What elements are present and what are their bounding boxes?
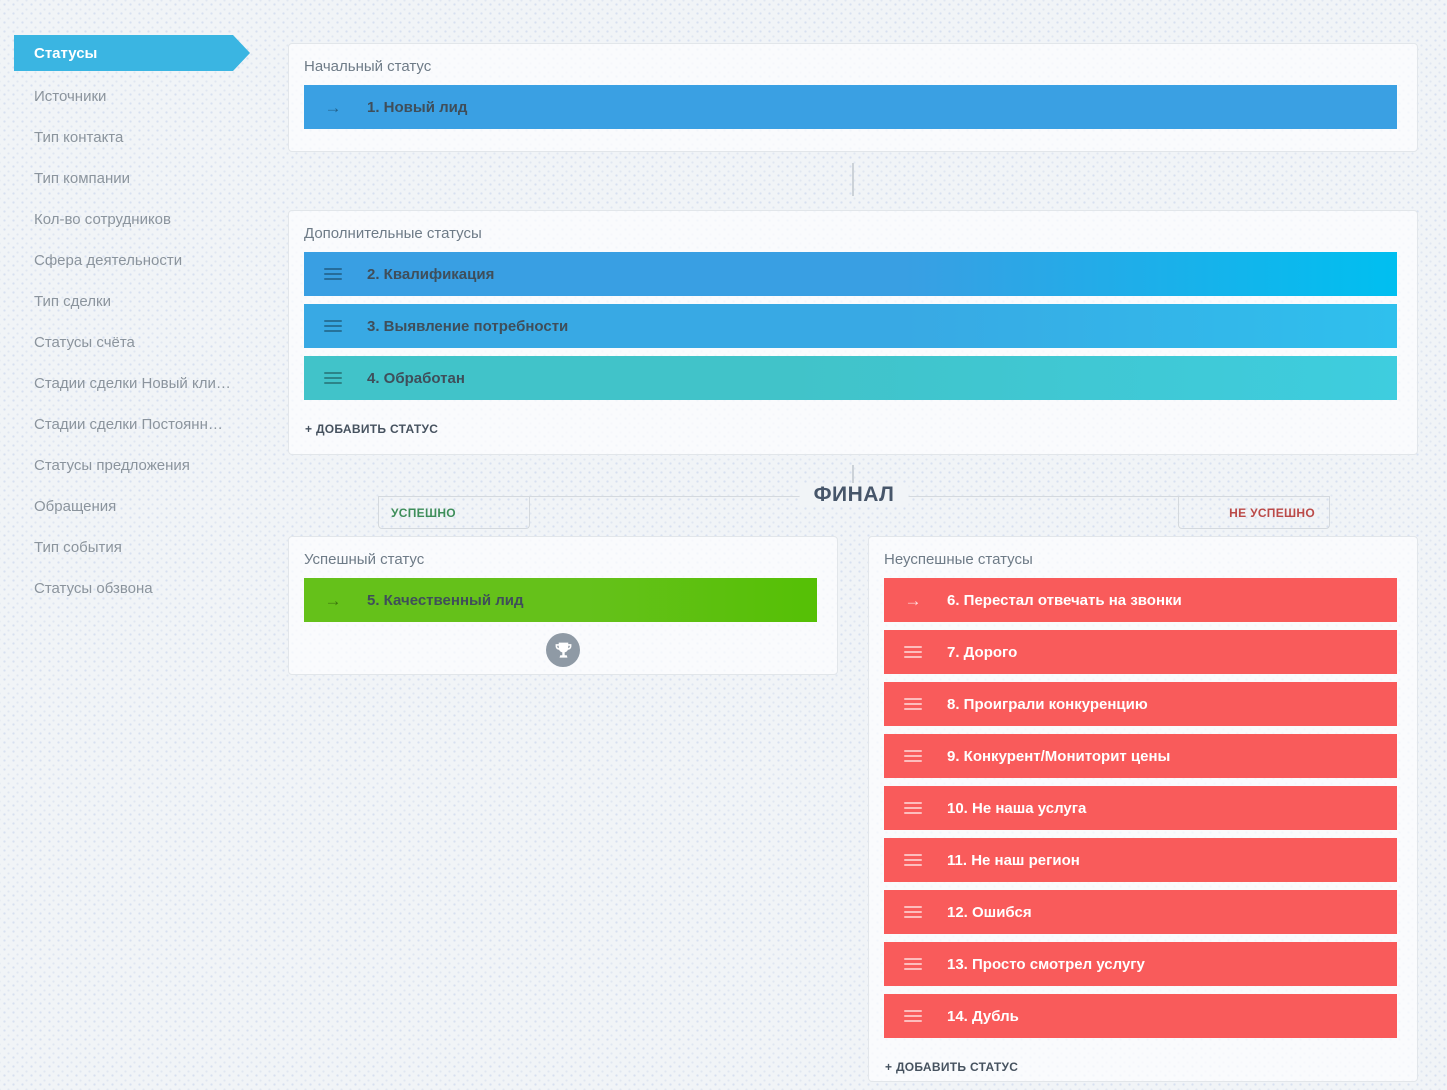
sidebar-item[interactable]: Сфера деятельности: [0, 240, 262, 281]
sidebar-item-label: Сфера деятельности: [34, 252, 183, 269]
arrow-right-icon[interactable]: →: [903, 592, 923, 609]
status-bar[interactable]: 11. Не наш регион: [884, 838, 1397, 882]
drag-handle-icon[interactable]: [323, 372, 343, 384]
initial-status-list: → 1. Новый лид: [304, 85, 1397, 129]
status-label: 1. Новый лид: [367, 98, 468, 116]
status-bar[interactable]: 13. Просто смотрел услугу: [884, 942, 1397, 986]
failed-statuses-panel: Неуспешные статусы → 6. Перестал отвечат…: [868, 536, 1418, 1082]
status-label: 7. Дорого: [947, 643, 1018, 661]
success-branch-tab: УСПЕШНО: [378, 497, 530, 529]
drag-handle-icon[interactable]: [903, 698, 923, 710]
status-bar[interactable]: → 5. Качественный лид: [304, 578, 817, 622]
fail-branch-tab: НЕ УСПЕШНО: [1178, 497, 1330, 529]
sidebar-item-label: Обращения: [34, 498, 117, 515]
sidebar-item-label: Статусы предложения: [34, 457, 190, 474]
status-bar[interactable]: 9. Конкурент/Мониторит цены: [884, 734, 1397, 778]
status-label: 10. Не наша услуга: [947, 799, 1087, 817]
drag-handle-icon[interactable]: [903, 802, 923, 814]
sidebar-item-label: Статусы счёта: [34, 334, 135, 351]
status-bar[interactable]: 7. Дорого: [884, 630, 1397, 674]
trophy-icon: [546, 633, 580, 667]
sidebar-item[interactable]: Стадии сделки Новый кли…: [0, 363, 262, 404]
status-bar[interactable]: → 6. Перестал отвечать на звонки: [884, 578, 1397, 622]
panel-title: Начальный статус: [304, 58, 432, 75]
status-label: 4. Обработан: [367, 369, 465, 387]
panel-title: Успешный статус: [304, 551, 425, 568]
success-status-list: → 5. Качественный лид: [304, 578, 817, 622]
status-label: 9. Конкурент/Мониторит цены: [947, 747, 1171, 765]
sidebar-item-label: Статусы: [34, 44, 98, 62]
arrow-right-icon: →: [324, 590, 342, 610]
sidebar-item-label: Источники: [34, 88, 107, 105]
status-bar[interactable]: → 1. Новый лид: [304, 85, 1397, 129]
status-bar[interactable]: 8. Проиграли конкуренцию: [884, 682, 1397, 726]
sidebar-item-label: Тип события: [34, 539, 122, 556]
initial-status-panel: Начальный статус → 1. Новый лид: [288, 43, 1418, 152]
status-bar[interactable]: 3. Выявление потребности: [304, 304, 1397, 348]
failed-status-list: → 6. Перестал отвечать на звонки 7. Доро…: [884, 578, 1397, 1038]
add-status-button[interactable]: + ДОБАВИТЬ СТАТУС: [305, 422, 438, 452]
sidebar-item-label: Статусы обзвона: [34, 580, 153, 597]
status-label: 5. Качественный лид: [367, 591, 524, 609]
sidebar-item[interactable]: Источники: [0, 76, 262, 117]
status-label: 12. Ошибся: [947, 903, 1032, 921]
drag-handle-icon[interactable]: [903, 646, 923, 658]
drag-handle-icon[interactable]: [903, 750, 923, 762]
sidebar-item[interactable]: Статусы: [14, 35, 250, 71]
status-label: 3. Выявление потребности: [367, 317, 569, 335]
final-divider-label: ФИНАЛ: [799, 483, 909, 507]
status-label: 14. Дубль: [947, 1007, 1019, 1025]
add-status-button[interactable]: + ДОБАВИТЬ СТАТУС: [885, 1060, 1018, 1090]
sidebar-item[interactable]: Обращения: [0, 486, 262, 527]
drag-handle-icon[interactable]: [323, 320, 343, 332]
sidebar-item-label: Стадии сделки Новый кли…: [34, 375, 231, 392]
arrow-right-icon: →: [324, 97, 342, 117]
status-label: 2. Квалификация: [367, 265, 495, 283]
sidebar-item-label: Тип компании: [34, 170, 131, 187]
sidebar-item[interactable]: Статусы счёта: [0, 322, 262, 363]
status-label: 13. Просто смотрел услугу: [947, 955, 1145, 973]
status-bar[interactable]: 14. Дубль: [884, 994, 1397, 1038]
drag-handle-icon[interactable]: [323, 268, 343, 280]
panel-title: Неуспешные статусы: [884, 551, 1033, 568]
status-bar[interactable]: 12. Ошибся: [884, 890, 1397, 934]
sidebar-item-label: Стадии сделки Постоянн…: [34, 416, 223, 433]
success-status-panel: Успешный статус → 5. Качественный лид: [288, 536, 838, 675]
drag-handle-icon[interactable]: [903, 958, 923, 970]
status-bar[interactable]: 4. Обработан: [304, 356, 1397, 400]
status-bar[interactable]: 2. Квалификация: [304, 252, 1397, 296]
sidebar-item[interactable]: Стадии сделки Постоянн…: [0, 404, 262, 445]
additional-statuses-panel: Дополнительные статусы 2. Квалификация 3…: [288, 210, 1418, 455]
final-divider: ФИНАЛ УСПЕШНО НЕ УСПЕШНО: [378, 483, 1330, 529]
panel-title: Дополнительные статусы: [304, 225, 482, 242]
drag-handle-icon[interactable]: [903, 854, 923, 866]
sidebar-item[interactable]: Тип контакта: [0, 117, 262, 158]
sidebar-item[interactable]: Тип сделки: [0, 281, 262, 322]
sidebar-item-label: Тип сделки: [34, 293, 111, 310]
status-label: 6. Перестал отвечать на звонки: [947, 591, 1182, 609]
settings-sidebar: Статусы Источники Тип контакта Тип компа…: [0, 35, 262, 609]
flow-connector-line: [852, 465, 854, 485]
drag-handle-icon[interactable]: [903, 1010, 923, 1022]
sidebar-item[interactable]: Тип события: [0, 527, 262, 568]
sidebar-item[interactable]: Тип компании: [0, 158, 262, 199]
sidebar-item-label: Тип контакта: [34, 129, 124, 146]
sidebar-item[interactable]: Статусы обзвона: [0, 568, 262, 609]
sidebar-item[interactable]: Статусы предложения: [0, 445, 262, 486]
flow-connector-line: [852, 163, 854, 196]
additional-status-list: 2. Квалификация 3. Выявление потребности…: [304, 252, 1397, 400]
sidebar-item[interactable]: Кол-во сотрудников: [0, 199, 262, 240]
drag-handle-icon[interactable]: [903, 906, 923, 918]
status-label: 11. Не наш регион: [947, 851, 1080, 869]
status-bar[interactable]: 10. Не наша услуга: [884, 786, 1397, 830]
status-label: 8. Проиграли конкуренцию: [947, 695, 1148, 713]
sidebar-item-label: Кол-во сотрудников: [34, 211, 171, 228]
